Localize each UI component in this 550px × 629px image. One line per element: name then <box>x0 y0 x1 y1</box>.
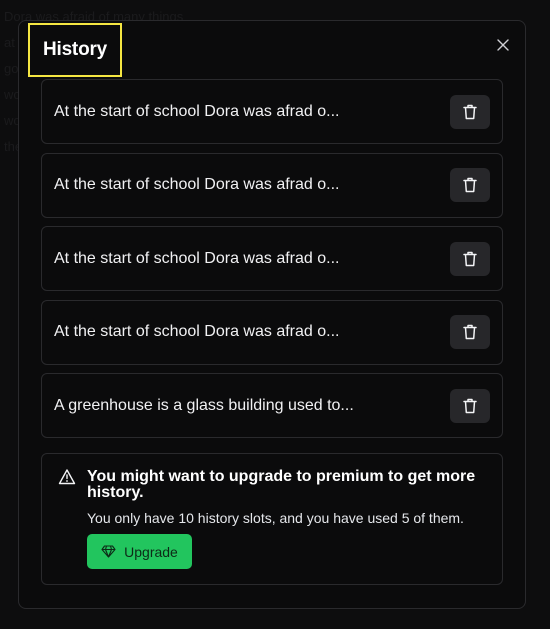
history-dialog: History At the start of school Dora was … <box>18 20 526 609</box>
upgrade-button-label: Upgrade <box>124 543 178 560</box>
title-highlight: History <box>28 23 122 77</box>
history-item-text: At the start of school Dora was afrad o.… <box>54 323 340 340</box>
history-item-text: At the start of school Dora was afrad o.… <box>54 176 340 193</box>
history-item-text: At the start of school Dora was afrad o.… <box>54 249 340 267</box>
close-icon <box>497 39 509 51</box>
delete-button[interactable] <box>450 94 490 129</box>
upgrade-notice: You might want to upgrade to premium to … <box>41 453 503 585</box>
history-item[interactable]: At the start of school Dora was afrad o.… <box>41 226 503 291</box>
history-item[interactable]: At the start of school Dora was afrad o.… <box>41 152 503 218</box>
history-item-text: At the start of school Dora was afrad o.… <box>54 102 340 120</box>
delete-button[interactable] <box>450 241 490 276</box>
notice-title: You might want to upgrade to premium to … <box>87 468 476 501</box>
close-button[interactable] <box>495 37 511 53</box>
warning-triangle-icon <box>58 469 76 485</box>
delete-button[interactable] <box>450 388 490 423</box>
notice-description: You only have 10 history slots, and you … <box>87 510 464 526</box>
history-item-text: A greenhouse is a glass building used to… <box>54 396 354 414</box>
dialog-title: History <box>42 39 108 60</box>
history-item[interactable]: At the start of school Dora was afrad o.… <box>41 79 503 144</box>
trash-icon <box>463 251 477 266</box>
delete-button[interactable] <box>450 315 490 349</box>
history-item[interactable]: At the start of school Dora was afrad o.… <box>41 299 503 365</box>
trash-icon <box>463 324 477 340</box>
delete-button[interactable] <box>450 168 490 202</box>
gem-icon <box>101 545 116 558</box>
history-list: At the start of school Dora was afrad o.… <box>41 79 503 447</box>
history-item[interactable]: A greenhouse is a glass building used to… <box>41 373 503 438</box>
trash-icon <box>463 398 477 413</box>
upgrade-button[interactable]: Upgrade <box>87 534 192 569</box>
trash-icon <box>463 177 477 193</box>
trash-icon <box>463 104 477 119</box>
